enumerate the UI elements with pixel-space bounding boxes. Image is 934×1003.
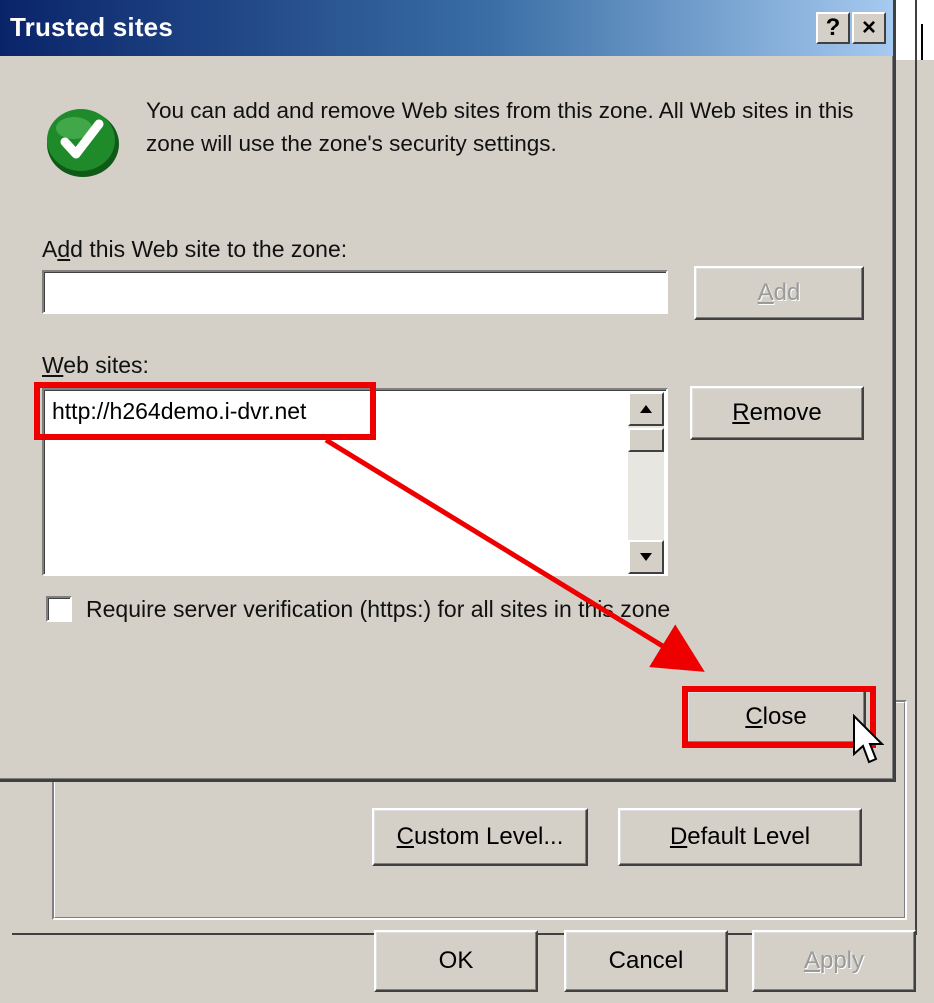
annotation-arrow	[324, 437, 885, 764]
mouse-pointer-icon	[853, 713, 885, 764]
